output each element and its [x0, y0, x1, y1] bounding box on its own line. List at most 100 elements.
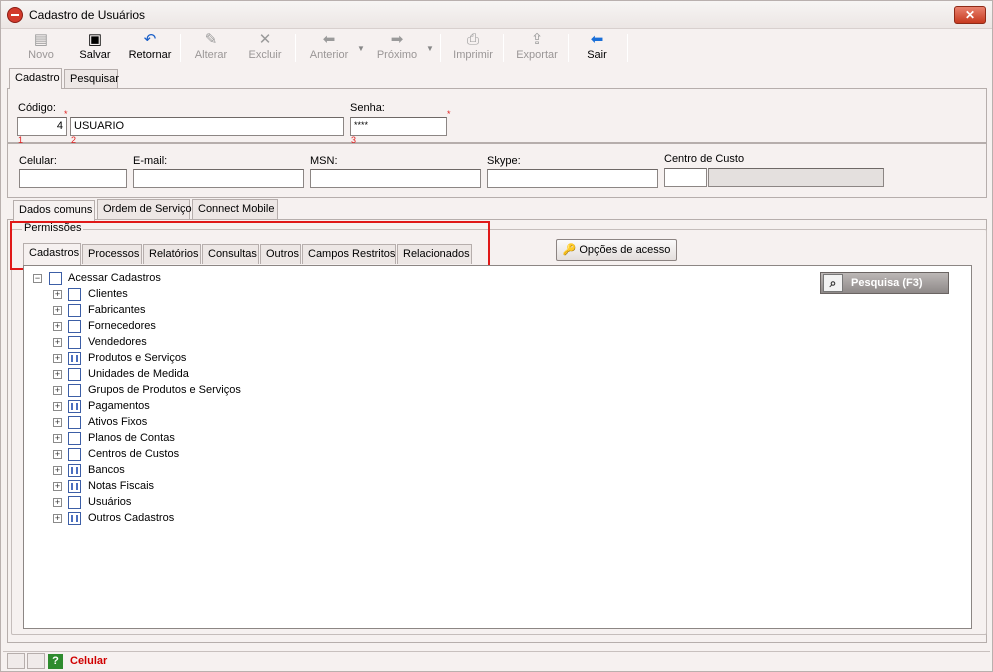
- expand-icon[interactable]: +: [53, 434, 62, 443]
- expand-icon[interactable]: +: [53, 290, 62, 299]
- arrow-right-icon: ➡: [390, 31, 404, 48]
- checkbox[interactable]: [49, 272, 62, 285]
- help-icon[interactable]: ?: [48, 654, 63, 669]
- exit-icon: ⬅: [590, 31, 604, 48]
- title-bar: Cadastro de Usuários ✕: [1, 1, 992, 29]
- tree-item-label: Unidades de Medida: [88, 368, 189, 380]
- status-cell: [7, 653, 25, 669]
- new-icon: ▤: [33, 31, 49, 48]
- skype-label: Skype:: [487, 155, 521, 167]
- expand-icon[interactable]: +: [53, 514, 62, 523]
- expand-icon[interactable]: +: [53, 386, 62, 395]
- required-marker: *: [447, 109, 451, 119]
- previous-button[interactable]: ⬅ Anterior: [303, 30, 355, 66]
- tree-item-label: Notas Fiscais: [88, 480, 155, 492]
- collapse-icon[interactable]: −: [33, 274, 42, 283]
- toolbar-separator: [627, 34, 628, 62]
- centro-custo-label: Centro de Custo: [664, 153, 745, 165]
- tree-item-label: Usuários: [88, 496, 132, 508]
- email-field[interactable]: [133, 169, 304, 188]
- tree-item-label: Vendedores: [88, 336, 147, 348]
- msn-label: MSN:: [310, 155, 338, 167]
- tab-dados-comuns[interactable]: Dados comuns: [13, 200, 95, 221]
- codigo-field[interactable]: 4: [17, 117, 67, 136]
- close-button[interactable]: ✕: [954, 6, 986, 24]
- undo-button[interactable]: ↶ Retornar: [125, 30, 175, 66]
- main-window: Cadastro de Usuários ✕ ▤ Novo ▣ Salvar ↶ Re…: [0, 0, 993, 672]
- checkbox[interactable]: [68, 464, 81, 477]
- checkbox[interactable]: [68, 288, 81, 301]
- celular-field[interactable]: [19, 169, 127, 188]
- edit-button[interactable]: ✎ Alterar: [189, 30, 233, 66]
- checkbox[interactable]: [68, 352, 81, 365]
- expand-icon[interactable]: +: [53, 322, 62, 331]
- tree-item-label: Ativos Fixos: [88, 416, 148, 428]
- expand-icon[interactable]: +: [53, 418, 62, 427]
- window-title: Cadastro de Usuários: [29, 8, 146, 22]
- export-button[interactable]: ⇪ Exportar: [511, 30, 563, 66]
- centro-custo-code-field[interactable]: [664, 168, 707, 187]
- tree-item-label: Planos de Contas: [88, 432, 175, 444]
- checkbox[interactable]: [68, 416, 81, 429]
- checkbox[interactable]: [68, 336, 81, 349]
- expand-icon[interactable]: +: [53, 482, 62, 491]
- exit-button[interactable]: ⬅ Sair: [579, 30, 615, 66]
- senha-field[interactable]: ****: [350, 117, 447, 136]
- skype-field[interactable]: [487, 169, 658, 188]
- expand-icon[interactable]: +: [53, 338, 62, 347]
- tree-item-label: Outros Cadastros: [88, 512, 175, 524]
- msn-field[interactable]: [310, 169, 481, 188]
- checkbox[interactable]: [68, 432, 81, 445]
- tree-item-label: Clientes: [88, 288, 128, 300]
- senha-label: Senha:: [350, 102, 385, 114]
- magnifier-icon: ⌕: [823, 274, 843, 292]
- print-button[interactable]: ⎙ Imprimir: [449, 30, 497, 66]
- save-button[interactable]: ▣ Salvar: [73, 30, 117, 66]
- codigo-label: Código:: [18, 102, 56, 114]
- status-cell: [27, 653, 45, 669]
- checkbox[interactable]: [68, 448, 81, 461]
- expand-icon[interactable]: +: [53, 370, 62, 379]
- expand-icon[interactable]: +: [53, 402, 62, 411]
- checkbox[interactable]: [68, 384, 81, 397]
- tab-pesquisar[interactable]: Pesquisar: [64, 69, 119, 88]
- arrow-left-icon: ⬅: [322, 31, 336, 48]
- new-button[interactable]: ▤ Novo: [21, 30, 61, 66]
- checkbox[interactable]: [68, 304, 81, 317]
- toolbar-separator: [180, 34, 181, 62]
- expand-icon[interactable]: +: [53, 498, 62, 507]
- toolbar: ▤ Novo ▣ Salvar ↶ Retornar ✎ Alterar ✕ Exclui…: [3, 30, 990, 66]
- status-text: Celular: [70, 655, 108, 667]
- next-button[interactable]: ➡ Próximo: [371, 30, 423, 66]
- pesquisa-button[interactable]: ⌕ Pesquisa (F3): [820, 272, 949, 294]
- tab-connect-mobile[interactable]: Connect Mobile: [192, 199, 278, 219]
- checkbox[interactable]: [68, 480, 81, 493]
- celular-label: Celular:: [19, 155, 57, 167]
- nome-field[interactable]: USUARIO: [70, 117, 344, 136]
- toolbar-separator: [503, 34, 504, 62]
- expand-icon[interactable]: +: [53, 306, 62, 315]
- checkbox[interactable]: [68, 400, 81, 413]
- tree-item-label: Fornecedores: [88, 320, 156, 332]
- expand-icon[interactable]: +: [53, 354, 62, 363]
- chevron-down-icon[interactable]: ▼: [357, 44, 365, 53]
- checkbox[interactable]: [68, 512, 81, 525]
- delete-button[interactable]: ✕ Excluir: [243, 30, 287, 66]
- tab-cadastros[interactable]: Cadastros: [23, 243, 81, 265]
- checkbox[interactable]: [68, 320, 81, 333]
- delete-icon: ✕: [258, 31, 272, 48]
- chevron-down-icon[interactable]: ▼: [426, 44, 434, 53]
- checkbox[interactable]: [68, 496, 81, 509]
- save-icon: ▣: [87, 31, 103, 48]
- tab-cadastro[interactable]: Cadastro: [9, 68, 62, 89]
- toolbar-separator: [440, 34, 441, 62]
- undo-icon: ↶: [143, 31, 157, 48]
- print-icon: ⎙: [466, 31, 479, 48]
- expand-icon[interactable]: +: [53, 450, 62, 459]
- checkbox[interactable]: [68, 368, 81, 381]
- highlight-box: [10, 221, 490, 270]
- tree-item-label: Fabricantes: [88, 304, 146, 316]
- tab-ordem-servico[interactable]: Ordem de Serviço: [97, 199, 192, 219]
- opcoes-acesso-button[interactable]: 🔑 Opções de acesso: [556, 239, 677, 261]
- expand-icon[interactable]: +: [53, 466, 62, 475]
